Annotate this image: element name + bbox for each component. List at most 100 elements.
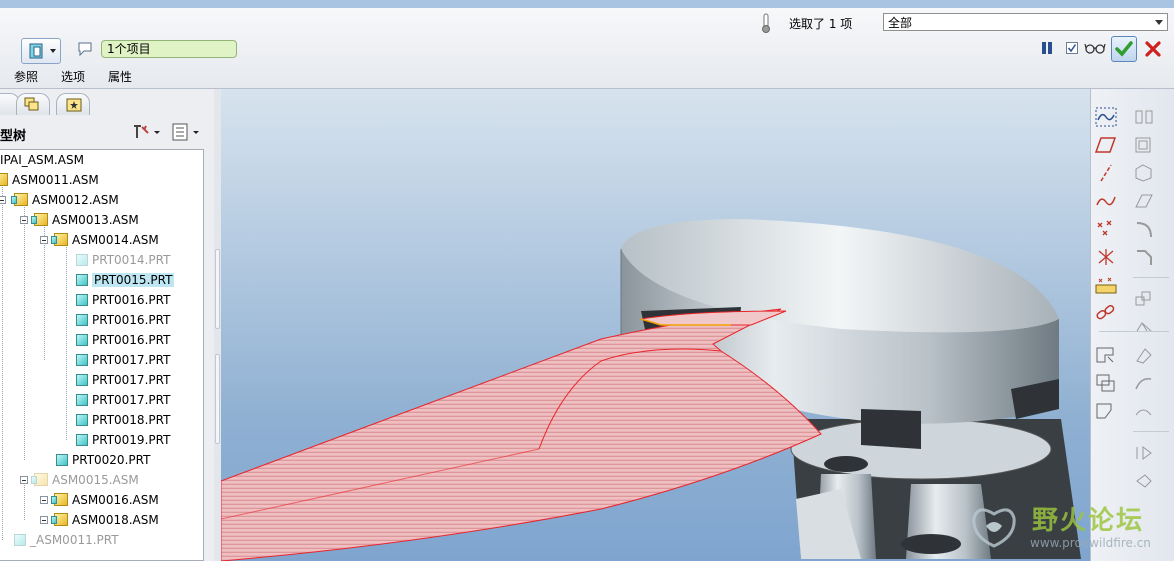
tree-item-label: PRT0017.PRT xyxy=(92,373,171,387)
shell-icon[interactable] xyxy=(1133,163,1155,183)
tree-item[interactable]: PRT0019.PRT xyxy=(76,430,170,450)
tree-item-label: ASM0012.ASM xyxy=(32,193,119,207)
ok-button[interactable] xyxy=(1111,36,1137,62)
tab-properties[interactable]: 属性 xyxy=(108,68,132,85)
tab-options[interactable]: 选项 xyxy=(61,68,85,85)
thermometer-icon xyxy=(762,13,770,33)
datum-axis-icon[interactable] xyxy=(1095,163,1117,183)
insert-shape-icon[interactable] xyxy=(1095,401,1117,421)
navigator-tabs xyxy=(0,89,214,115)
tab-folder-browser[interactable] xyxy=(16,93,50,115)
rib-icon[interactable] xyxy=(1133,191,1155,211)
tree-item[interactable]: ASM0018.ASM xyxy=(51,510,159,530)
expand-toggle[interactable] xyxy=(40,516,48,524)
model-3d-view[interactable] xyxy=(221,89,1090,561)
tree-item[interactable]: PRT0020.PRT xyxy=(56,450,150,470)
tree-item[interactable]: PRT0016.PRT xyxy=(76,290,170,310)
analysis-icon[interactable] xyxy=(1095,275,1117,295)
draft-icon[interactable] xyxy=(1133,345,1155,365)
expand-toggle[interactable] xyxy=(40,496,48,504)
splitter-grip[interactable] xyxy=(215,354,220,444)
pause-button[interactable] xyxy=(1040,40,1054,54)
datum-point-icon[interactable] xyxy=(1095,219,1117,239)
tree-item-label: _ASM0011.PRT xyxy=(30,533,119,547)
filter-value: 全部 xyxy=(888,16,913,30)
reference-collector[interactable]: 1个项目 xyxy=(101,40,237,58)
tree-item[interactable]: ASM0016.ASM xyxy=(51,490,159,510)
splitter-grip[interactable] xyxy=(215,249,220,329)
tree-item[interactable]: PRT0017.PRT xyxy=(76,350,170,370)
tab-references[interactable]: 参照 xyxy=(14,68,38,85)
layers-icon xyxy=(24,97,39,111)
insert-rectangle-icon[interactable] xyxy=(1095,345,1117,365)
tree-item[interactable]: PRT0017.PRT xyxy=(76,370,170,390)
tree-item[interactable]: PRT0016.PRT xyxy=(76,310,170,330)
watermark-url: www.proewildfire.cn xyxy=(1030,536,1151,550)
tree-item-label: ASM0016.ASM xyxy=(72,493,159,507)
expand-toggle[interactable] xyxy=(40,236,48,244)
model-tree-header: 型树 xyxy=(0,119,210,145)
expand-toggle[interactable] xyxy=(20,216,28,224)
round-icon[interactable] xyxy=(1133,219,1155,239)
chamfer-icon[interactable] xyxy=(1133,247,1155,267)
selection-filter-select[interactable]: 全部 xyxy=(883,13,1168,31)
tree-item[interactable]: ASM0015.ASM xyxy=(31,470,139,490)
preview-checkbox[interactable] xyxy=(1066,42,1078,54)
trim-icon[interactable] xyxy=(1133,471,1155,491)
tree-item[interactable]: ASM0012.ASM xyxy=(11,190,119,210)
assembly-icon xyxy=(0,173,8,186)
checkmark-icon xyxy=(1115,41,1133,57)
part-icon xyxy=(76,434,88,446)
assembly-icon xyxy=(31,473,48,486)
thicken-icon[interactable] xyxy=(1133,401,1155,421)
graphics-viewport[interactable] xyxy=(221,89,1090,561)
datum-plane-icon[interactable] xyxy=(1095,135,1117,155)
tree-item[interactable]: PRT0017.PRT xyxy=(76,390,170,410)
tab-favorites[interactable] xyxy=(56,93,90,115)
datum-toolbar xyxy=(1090,89,1174,561)
glasses-preview-icon[interactable] xyxy=(1084,41,1106,55)
tree-item[interactable]: ASM0011.ASM xyxy=(0,170,99,190)
expand-toggle[interactable] xyxy=(20,476,28,484)
csys-icon[interactable] xyxy=(1095,247,1117,267)
tree-item[interactable]: ASM0014.ASM xyxy=(51,230,159,250)
tree-item[interactable]: _ASM0011.PRT xyxy=(14,530,119,550)
tree-item[interactable]: ASM0013.ASM xyxy=(31,210,139,230)
datum-curve-icon[interactable] xyxy=(1095,107,1117,127)
part-icon xyxy=(76,314,88,326)
part-icon xyxy=(76,334,88,346)
tree-item-label: PRT0019.PRT xyxy=(92,433,171,447)
tree-item-label: ASM0014.ASM xyxy=(72,233,159,247)
expand-toggle[interactable] xyxy=(0,196,6,204)
panel-splitter[interactable] xyxy=(214,89,221,561)
merge-icon[interactable] xyxy=(1133,443,1155,463)
tree-item-selected[interactable]: PRT0015.PRT xyxy=(76,270,175,290)
part-icon xyxy=(76,294,88,306)
insert-copy-icon[interactable] xyxy=(1095,373,1117,393)
tree-item-label: PRT0017.PRT xyxy=(92,393,171,407)
cancel-icon[interactable] xyxy=(1144,40,1162,58)
mirror-icon[interactable] xyxy=(1133,317,1155,337)
tree-item-root[interactable]: IPAI_ASM.ASM xyxy=(0,150,84,170)
extrude-icon[interactable] xyxy=(1133,107,1155,127)
chevron-down-icon xyxy=(1155,20,1163,25)
pattern-icon[interactable] xyxy=(1133,289,1155,309)
chain-link-icon[interactable] xyxy=(1095,303,1117,323)
revolve-icon[interactable] xyxy=(1133,135,1155,155)
tree-columns-icon[interactable] xyxy=(172,123,202,141)
warp-icon[interactable] xyxy=(1133,373,1155,393)
tree-item[interactable]: PRT0016.PRT xyxy=(76,330,170,350)
tree-settings-icon[interactable] xyxy=(132,123,162,141)
feature-type-button[interactable] xyxy=(21,38,61,64)
toolbar-separator xyxy=(1133,277,1169,278)
part-icon xyxy=(29,43,43,59)
tree-item-label: PRT0020.PRT xyxy=(72,453,151,467)
part-icon xyxy=(76,254,88,266)
tree-item[interactable]: PRT0018.PRT xyxy=(76,410,170,430)
feature-dashboard: 选取了 1 项 全部 1个项目 参照 选项 属性 xyxy=(0,8,1174,89)
tree-connector xyxy=(24,200,25,460)
watermark-logo-icon xyxy=(972,508,1016,548)
sketch-curve-icon[interactable] xyxy=(1095,191,1117,211)
tree-item[interactable]: PRT0014.PRT xyxy=(76,250,170,270)
forum-watermark: 野火论坛 www.proewildfire.cn xyxy=(962,492,1174,561)
